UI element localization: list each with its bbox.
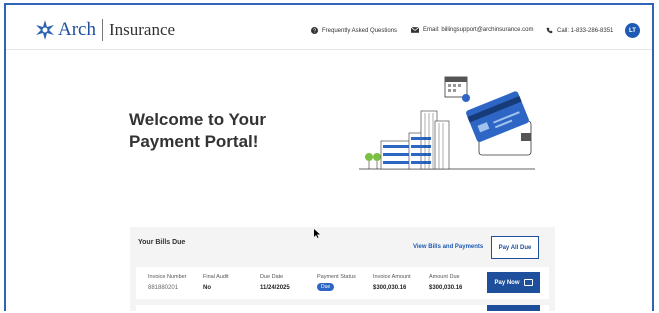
final-audit-value: No: [203, 285, 211, 291]
tree-icon: [365, 153, 381, 161]
amount-due-value: $300,030.16: [429, 285, 463, 291]
logo-suffix-text: Insurance: [108, 20, 176, 39]
pay-all-due-button[interactable]: Pay All Due: [491, 236, 539, 259]
invoice-number-value: 881880201: [148, 285, 179, 291]
logo-divider: [101, 19, 103, 41]
due-date-value: 11/24/2025: [260, 285, 290, 291]
due-date-cell: Due Date 11/24/2025: [260, 274, 290, 291]
faq-link[interactable]: ? Frequently Asked Questions: [311, 27, 397, 34]
mouse-cursor-icon: [314, 229, 320, 238]
arch-insurance-logo[interactable]: Arch Insurance: [34, 17, 175, 43]
card-icon: [523, 279, 533, 286]
col-header-due-date: Due Date: [260, 274, 284, 280]
question-icon: ?: [311, 27, 318, 34]
bill-row: [136, 305, 549, 311]
col-header-invoice-number: Invoice Number: [148, 274, 187, 280]
status-badge: Due: [317, 283, 335, 291]
view-bills-link[interactable]: View Bills and Payments: [413, 244, 483, 250]
top-navigation-bar: Arch Insurance ? Frequently Asked Questi…: [6, 5, 652, 50]
bills-due-panel: Your Bills Due View Bills and Payments P…: [130, 227, 555, 311]
phone-icon: [546, 27, 553, 34]
payment-illustration: [359, 76, 535, 170]
pay-now-label: Pay Now: [494, 279, 520, 286]
email-label: Email: billingsupport@archinsurance.com: [423, 27, 534, 33]
col-header-invoice-amount: Invoice Amount: [373, 274, 411, 280]
call-label: Call: 1-833-286-8351: [557, 27, 614, 34]
browser-frame: Arch Insurance ? Frequently Asked Questi…: [4, 3, 654, 311]
col-header-amount-due: Amount Due: [429, 274, 460, 280]
bill-row: Invoice Number 881880201 Final Audit No …: [136, 267, 549, 299]
pay-now-button[interactable]: [487, 305, 540, 311]
envelope-icon: [411, 27, 419, 33]
user-avatar[interactable]: LT: [625, 23, 640, 38]
calendar-icon: [444, 76, 470, 102]
payment-status-cell: Payment Status Due: [317, 274, 356, 291]
amount-due-cell: Amount Due $300,030.16: [429, 274, 462, 291]
final-audit-cell: Final Audit No: [203, 274, 229, 291]
logo-brand-text: Arch: [58, 19, 96, 40]
pay-now-button[interactable]: Pay Now: [487, 272, 540, 293]
welcome-heading: Welcome to Your Payment Portal!: [129, 110, 266, 151]
svg-text:?: ?: [313, 29, 316, 34]
invoice-number-cell: Invoice Number 881880201: [148, 274, 187, 291]
col-header-payment-status: Payment Status: [317, 274, 356, 280]
invoice-amount-cell: Invoice Amount $300,030.16: [373, 274, 411, 291]
col-header-final-audit: Final Audit: [203, 274, 229, 280]
faq-label: Frequently Asked Questions: [322, 27, 398, 34]
email-link[interactable]: Email: billingsupport@archinsurance.com: [411, 27, 533, 33]
arch-star-icon: [36, 20, 54, 40]
call-link[interactable]: Call: 1-833-286-8351: [546, 27, 613, 34]
invoice-amount-value: $300,030.16: [373, 285, 407, 291]
bills-due-title: Your Bills Due: [138, 239, 186, 246]
